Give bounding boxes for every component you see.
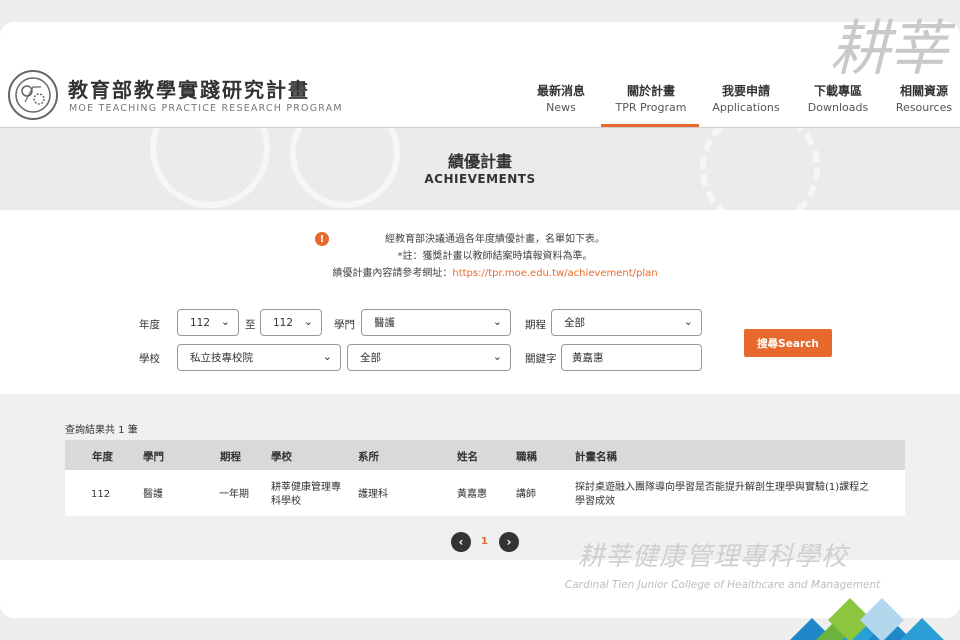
col-header-program: 系所 [358,451,379,463]
nav-applications-zh: 我要申請 [721,84,770,98]
result-count: 查詢結果共 1 筆 [65,425,138,436]
to-label: 至 [245,319,256,331]
nav-tpr-en: TPR Program [615,101,687,114]
decorative-diamonds-icon [790,598,944,640]
school-watermark-en: Cardinal Tien Junior College of Healthca… [565,579,881,591]
program-logo-icon[interactable] [8,70,58,120]
prev-page-button[interactable]: ‹ [451,532,471,552]
col-header-name: 姓名 [457,451,478,463]
nav-tpr-program[interactable]: 關於計畫 TPR Program [603,82,699,114]
page-subtitle: ACHIEVEMENTS [424,172,536,186]
chevron-down-icon: ⌄ [322,350,332,363]
cell-name: 黃嘉惠 [457,489,487,500]
chevron-down-icon: ⌄ [492,315,502,328]
watermark-logo: 耕莘 [830,14,948,84]
next-page-button[interactable]: › [499,532,519,552]
cell-program: 護理科 [358,489,388,500]
notice-line-2: *註：獲獎計畫以教師結案時填報資料為準。 [397,251,593,262]
school-select[interactable]: 全部 ⌄ [347,344,511,371]
year-to-select[interactable]: 112 ⌄ [260,309,322,336]
nav-resources-en: Resources [895,101,953,114]
term-select[interactable]: 全部 ⌄ [551,309,702,336]
col-header-plan: 計畫名稱 [575,451,617,463]
nav-news-en: News [546,101,576,114]
year-from-value: 112 [190,316,211,329]
chevron-down-icon: ⌄ [220,315,230,328]
chevron-down-icon: ⌄ [303,315,313,328]
cell-plan-line2: 學習成效 [575,496,615,507]
school-value: 全部 [360,352,381,364]
lightbulb-gear-icon [15,77,51,113]
year-from-select[interactable]: 112 ⌄ [177,309,239,336]
page-title: 績優計畫 [447,152,512,171]
program-title-zh[interactable]: 教育部教學實踐研究計畫 [68,74,310,103]
chevron-down-icon: ⌄ [492,350,502,363]
achievement-link[interactable]: https://tpr.moe.edu.tw/achievement/plan [452,268,657,279]
col-header-dept: 學門 [143,451,164,463]
school-type-select[interactable]: 私立技專校院 ⌄ [177,344,341,371]
search-button[interactable]: 搜尋Search [744,329,832,357]
current-page[interactable]: 1 [481,536,488,547]
table-header [65,440,905,470]
cell-school-line2: 科學校 [271,496,301,507]
col-header-year: 年度 [92,451,113,463]
col-header-term: 期程 [220,451,241,463]
nav-news-zh: 最新消息 [536,84,585,98]
cell-plan[interactable]: 探討桌遊融入團隊導向學習是否能提升解剖生理學與實驗(1)課程之 學習成效 [575,481,900,509]
program-title-en: MOE TEACHING PRACTICE RESEARCH PROGRAM [69,103,343,114]
nav-applications[interactable]: 我要申請 Applications [698,82,794,114]
school-label: 學校 [139,353,160,365]
nav-applications-en: Applications [712,101,780,114]
cell-dept: 醫護 [143,489,163,500]
keyword-label: 關鍵字 [525,353,557,365]
chevron-down-icon: ⌄ [683,315,693,328]
school-watermark-zh: 耕莘健康管理專科學校 [578,542,849,572]
notice-line-1: 經教育部決議通過各年度績優計畫，名單如下表。 [385,234,605,245]
cell-title: 講師 [516,489,536,500]
year-label: 年度 [139,319,160,331]
nav-news[interactable]: 最新消息 News [513,82,609,114]
cell-year: 112 [91,489,111,500]
dept-label: 學門 [334,319,355,331]
term-label: 期程 [525,319,546,331]
notice-line-3: 績優計畫內容請參考網址：https://tpr.moe.edu.tw/achie… [0,264,960,279]
nav-tpr-zh: 關於計畫 [626,84,675,98]
year-to-value: 112 [273,316,294,329]
school-type-value: 私立技專校院 [190,352,253,364]
cell-school-line1: 耕莘健康管理專 [271,482,341,493]
col-header-title: 職稱 [516,451,537,463]
dept-value: 醫護 [374,317,395,329]
keyword-input[interactable]: 黃嘉惠 [561,344,702,371]
dept-select[interactable]: 醫護 ⌄ [361,309,511,336]
notice-line-3-prefix: 績優計畫內容請參考網址： [332,268,453,279]
nav-downloads-en: Downloads [807,101,869,114]
cell-term: 一年期 [219,489,249,500]
cell-school: 耕莘健康管理專 科學校 [271,481,341,509]
cell-plan-line1: 探討桌遊融入團隊導向學習是否能提升解剖生理學與實驗(1)課程之 [575,482,870,493]
term-value: 全部 [564,317,585,329]
col-header-school: 學校 [271,451,292,463]
